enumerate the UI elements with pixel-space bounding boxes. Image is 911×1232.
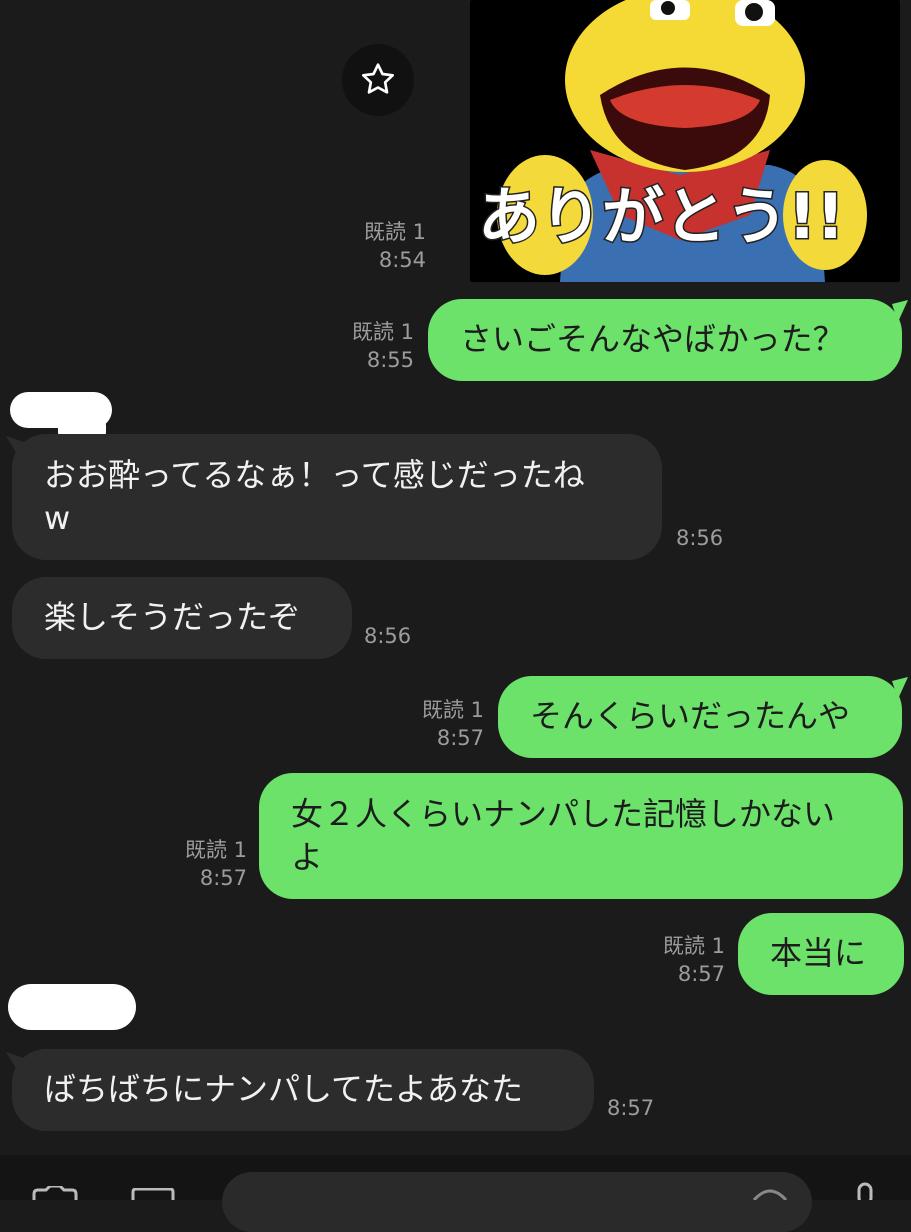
yellow-plush-character-sticker: ありがとう!! (470, 0, 900, 282)
sent-message-bubble[interactable]: さいごそんなやばかった？ (428, 299, 902, 381)
redacted-sender-name (8, 984, 136, 1030)
read-receipt: 既読 1 8:57 (662, 934, 725, 986)
svg-text:ありがとう!!: ありがとう!! (478, 180, 845, 253)
bubble-tail (892, 300, 908, 322)
read-receipt: 既読 1 8:54 (363, 220, 426, 272)
received-message-bubble[interactable]: 楽しそうだったぞ (12, 577, 352, 659)
favorite-star-button[interactable] (342, 44, 414, 116)
received-message-bubble[interactable]: ばちばちにナンパしてたよあなた (12, 1049, 594, 1131)
read-receipt: 既読 1 8:55 (351, 320, 414, 372)
message-text: w (44, 499, 71, 537)
star-outline-icon (362, 63, 394, 94)
thank-you-sticker[interactable]: ありがとう!! (470, 0, 900, 282)
message-timestamp: 8:56 (676, 526, 724, 550)
message-input[interactable] (222, 1172, 812, 1232)
message-text: 女２人くらいナンパした記憶しかない (291, 795, 836, 833)
message-text: 楽しそうだったぞ (44, 598, 301, 636)
read-receipt: 既読 1 8:57 (421, 698, 484, 750)
message-timestamp: 8:56 (364, 624, 412, 648)
sent-message-bubble[interactable]: 本当に (738, 913, 904, 995)
sent-message-bubble[interactable]: そんくらいだったんや (498, 676, 902, 758)
message-timestamp: 8:57 (607, 1096, 655, 1120)
message-text: おお酔ってるなぁ！って感じだったね (44, 456, 585, 494)
camera-icon[interactable] (30, 1186, 80, 1200)
bubble-tail (892, 677, 908, 699)
read-receipt: 既読 1 8:57 (184, 838, 247, 890)
message-text: そんくらいだったんや (530, 697, 851, 735)
message-text: よ (291, 838, 324, 876)
microphone-icon[interactable] (850, 1182, 880, 1200)
message-text: ばちばちにナンパしてたよあなた (44, 1070, 524, 1108)
message-text: 本当に (770, 934, 867, 972)
emoji-icon[interactable] (750, 1188, 790, 1200)
image-icon[interactable] (130, 1188, 176, 1200)
sent-message-bubble[interactable]: 女２人くらいナンパした記憶しかない よ (259, 773, 903, 899)
message-text: さいごそんなやばかった？ (460, 320, 845, 358)
received-message-bubble[interactable]: おお酔ってるなぁ！って感じだったね w (12, 434, 662, 560)
